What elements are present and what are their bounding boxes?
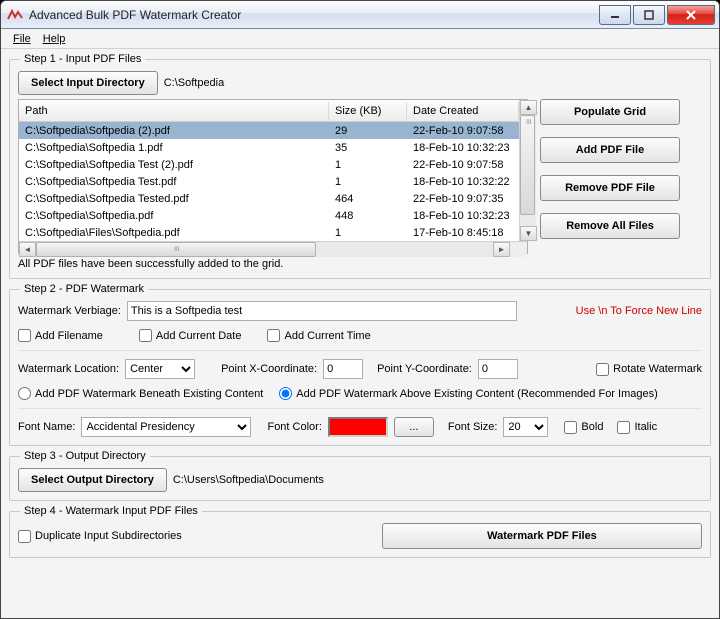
table-row[interactable]: C:\Softpedia\Softpedia Tested.pdf46422-F…: [19, 190, 519, 207]
add-time-checkbox[interactable]: Add Current Time: [267, 329, 370, 342]
cell-path: C:\Softpedia\Softpedia.pdf: [19, 209, 329, 223]
remove-pdf-button[interactable]: Remove PDF File: [540, 175, 680, 201]
col-path[interactable]: Path: [19, 102, 329, 120]
col-size[interactable]: Size (KB): [329, 102, 407, 120]
cell-size: 1: [329, 226, 407, 240]
maximize-button[interactable]: [633, 5, 665, 25]
table-row[interactable]: C:\Softpedia\Softpedia (2).pdf2922-Feb-1…: [19, 122, 519, 139]
add-filename-checkbox[interactable]: Add Filename: [18, 329, 103, 342]
location-select[interactable]: Center: [125, 359, 195, 379]
vertical-scrollbar[interactable]: ▲ ▼: [519, 100, 536, 241]
step3-legend: Step 3 - Output Directory: [20, 450, 150, 462]
rotate-checkbox[interactable]: Rotate Watermark: [596, 363, 702, 376]
font-color-swatch: [328, 417, 388, 437]
px-label: Point X-Coordinate:: [221, 363, 317, 375]
font-size-select[interactable]: 20: [503, 417, 548, 437]
cell-path: C:\Softpedia\Softpedia 1.pdf: [19, 141, 329, 155]
select-input-dir-button[interactable]: Select Input Directory: [18, 71, 158, 95]
titlebar[interactable]: Advanced Bulk PDF Watermark Creator: [1, 1, 719, 29]
minimize-button[interactable]: [599, 5, 631, 25]
scroll-down-icon[interactable]: ▼: [520, 226, 537, 241]
cell-path: C:\Softpedia\Files\Softpedia.pdf: [19, 226, 329, 240]
remove-all-button[interactable]: Remove All Files: [540, 213, 680, 239]
verbiage-label: Watermark Verbiage:: [18, 305, 121, 317]
cell-size: 448: [329, 209, 407, 223]
font-color-browse-button[interactable]: ...: [394, 417, 434, 437]
cell-size: 29: [329, 124, 407, 138]
verbiage-input[interactable]: [127, 301, 517, 321]
cell-size: 1: [329, 175, 407, 189]
px-input[interactable]: [323, 359, 363, 379]
table-row[interactable]: C:\Softpedia\Softpedia.pdf44818-Feb-10 1…: [19, 207, 519, 224]
window-title: Advanced Bulk PDF Watermark Creator: [29, 8, 597, 22]
font-color-label: Font Color:: [267, 421, 321, 433]
horizontal-scrollbar[interactable]: ◄ ►: [19, 241, 527, 257]
scroll-up-icon[interactable]: ▲: [520, 100, 537, 115]
newline-hint: Use \n To Force New Line: [576, 305, 702, 317]
cell-date: 22-Feb-10 9:07:58: [407, 158, 519, 172]
cell-size: 1: [329, 158, 407, 172]
cell-path: C:\Softpedia\Softpedia (2).pdf: [19, 124, 329, 138]
step2-group: Step 2 - PDF Watermark Watermark Verbiag…: [9, 283, 711, 446]
font-name-select[interactable]: Accidental Presidency: [81, 417, 251, 437]
menu-help[interactable]: Help: [37, 31, 72, 47]
location-label: Watermark Location:: [18, 363, 119, 375]
above-radio[interactable]: Add PDF Watermark Above Existing Content…: [279, 387, 658, 400]
scroll-right-icon[interactable]: ►: [493, 242, 510, 257]
menu-file[interactable]: File: [7, 31, 37, 47]
close-button[interactable]: [667, 5, 715, 25]
input-dir-path: C:\Softpedia: [164, 77, 225, 89]
table-row[interactable]: C:\Softpedia\Softpedia Test (2).pdf122-F…: [19, 156, 519, 173]
cell-path: C:\Softpedia\Softpedia Tested.pdf: [19, 192, 329, 206]
watermark-pdf-button[interactable]: Watermark PDF Files: [382, 523, 702, 549]
cell-size: 464: [329, 192, 407, 206]
app-icon: [7, 7, 23, 23]
cell-date: 18-Feb-10 10:32:22: [407, 175, 519, 189]
cell-date: 17-Feb-10 8:45:18: [407, 226, 519, 240]
cell-date: 18-Feb-10 10:32:23: [407, 209, 519, 223]
cell-date: 18-Feb-10 10:32:23: [407, 141, 519, 155]
status-text: All PDF files have been successfully add…: [18, 258, 528, 270]
table-row[interactable]: C:\Softpedia\Softpedia 1.pdf3518-Feb-10 …: [19, 139, 519, 156]
italic-checkbox[interactable]: Italic: [617, 421, 657, 434]
app-window: Advanced Bulk PDF Watermark Creator File…: [0, 0, 720, 619]
cell-date: 22-Feb-10 9:07:58: [407, 124, 519, 138]
cell-path: C:\Softpedia\Softpedia Test.pdf: [19, 175, 329, 189]
duplicate-subdirs-checkbox[interactable]: Duplicate Input Subdirectories: [18, 530, 182, 543]
step4-legend: Step 4 - Watermark Input PDF Files: [20, 505, 202, 517]
menubar: File Help: [1, 29, 719, 49]
col-date[interactable]: Date Created: [407, 102, 519, 120]
table-row[interactable]: C:\Softpedia\Softpedia Test.pdf118-Feb-1…: [19, 173, 519, 190]
bold-checkbox[interactable]: Bold: [564, 421, 603, 434]
output-dir-path: C:\Users\Softpedia\Documents: [173, 474, 324, 486]
step1-group: Step 1 - Input PDF Files Select Input Di…: [9, 53, 711, 279]
file-grid[interactable]: Path Size (KB) Date Created C:\Softpedia…: [18, 99, 528, 254]
step1-legend: Step 1 - Input PDF Files: [20, 53, 145, 65]
select-output-dir-button[interactable]: Select Output Directory: [18, 468, 167, 492]
table-row[interactable]: C:\Softpedia\Files\Softpedia.pdf117-Feb-…: [19, 224, 519, 241]
populate-grid-button[interactable]: Populate Grid: [540, 99, 680, 125]
add-pdf-button[interactable]: Add PDF File: [540, 137, 680, 163]
step2-legend: Step 2 - PDF Watermark: [20, 283, 148, 295]
py-label: Point Y-Coordinate:: [377, 363, 472, 375]
add-date-checkbox[interactable]: Add Current Date: [139, 329, 242, 342]
py-input[interactable]: [478, 359, 518, 379]
grid-header: Path Size (KB) Date Created: [19, 100, 519, 122]
step4-group: Step 4 - Watermark Input PDF Files Dupli…: [9, 505, 711, 558]
font-name-label: Font Name:: [18, 421, 75, 433]
cell-path: C:\Softpedia\Softpedia Test (2).pdf: [19, 158, 329, 172]
font-size-label: Font Size:: [448, 421, 498, 433]
cell-date: 22-Feb-10 9:07:35: [407, 192, 519, 206]
beneath-radio[interactable]: Add PDF Watermark Beneath Existing Conte…: [18, 387, 263, 400]
cell-size: 35: [329, 141, 407, 155]
scroll-left-icon[interactable]: ◄: [19, 242, 36, 257]
step3-group: Step 3 - Output Directory Select Output …: [9, 450, 711, 501]
